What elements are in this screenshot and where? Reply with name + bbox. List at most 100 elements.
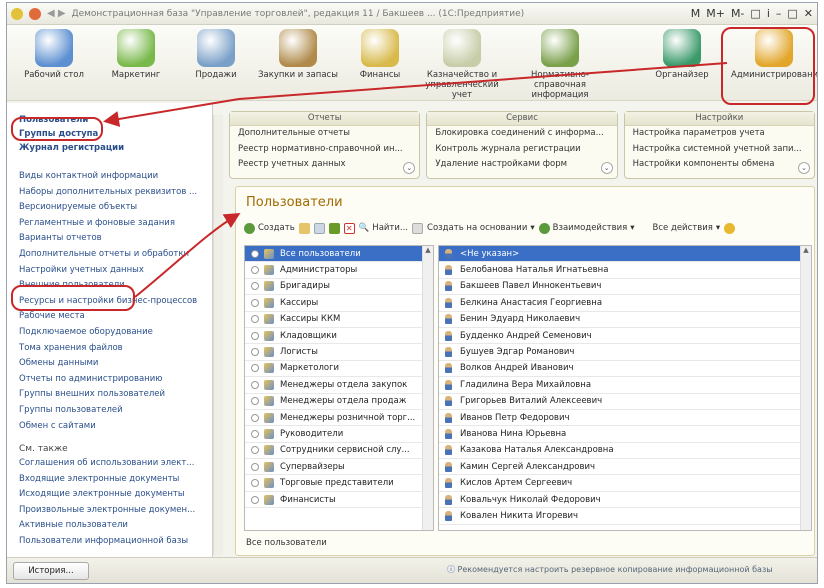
group-row[interactable]: Финансисты <box>245 492 433 509</box>
nav-item[interactable]: Журнал регистрации <box>19 141 212 155</box>
window-control-5[interactable]: – <box>776 7 782 20</box>
see-also-item[interactable]: Произвольные электронные докумен... <box>19 503 212 519</box>
user-row[interactable]: Григорьев Виталий Алексеевич <box>439 394 811 410</box>
user-row[interactable]: Камин Сергей Александрович <box>439 459 811 476</box>
group-row[interactable]: Бригадиры <box>245 279 433 296</box>
section-3[interactable]: Продажи <box>173 27 259 99</box>
backup-notice[interactable]: ⓘ Рекомендуется настроить резервное копи… <box>447 564 773 575</box>
all-actions-button[interactable]: Все действия ▾ <box>653 223 721 233</box>
section-8[interactable]: Органайзер <box>639 27 725 99</box>
see-also-item[interactable]: Активные пользователи <box>19 518 212 534</box>
help-icon[interactable] <box>724 222 736 234</box>
nav-item[interactable]: Настройки учетных данных <box>19 263 212 279</box>
nav-item[interactable]: Группы внешних пользователей <box>19 387 212 403</box>
nav-item[interactable]: Наборы дополнительных реквизитов ... <box>19 185 212 201</box>
group-row[interactable]: Маркетологи <box>245 361 433 378</box>
window-control-7[interactable]: ✕ <box>804 7 813 20</box>
panel-command[interactable]: Реестр нормативно-справочной ин... <box>230 142 419 158</box>
create-based-on-button[interactable]: Создать на основании ▾ <box>427 223 535 233</box>
user-row[interactable]: Бенин Эдуард Николаевич <box>439 312 811 328</box>
user-row[interactable]: Гладилина Вера Михайловна <box>439 377 811 394</box>
group-row[interactable]: Логисты <box>245 344 433 361</box>
window-control-1[interactable]: M+ <box>706 7 725 20</box>
user-row[interactable]: Ковален Никита Игоревич <box>439 508 811 525</box>
group-row[interactable]: Торговые представители <box>245 475 433 492</box>
group-row[interactable]: Супервайзеры <box>245 459 433 476</box>
section-6[interactable]: Казначейство и управленческий учет <box>419 27 505 100</box>
navigation-scrollbar[interactable] <box>213 115 223 555</box>
user-row[interactable]: Иванов Петр Федорович <box>439 410 811 427</box>
delete-icon[interactable]: ✕ <box>343 222 355 234</box>
interactions-button[interactable]: Взаимодействия ▾ <box>538 222 635 234</box>
window-control-0[interactable]: M <box>691 7 701 20</box>
nav-item[interactable]: Подключаемое оборудование <box>19 325 212 341</box>
panel-command[interactable]: Настройка параметров учета <box>625 126 814 142</box>
panel-command[interactable]: Настройка системной учетной запи... <box>625 142 814 158</box>
window-control-3[interactable]: □ <box>750 7 760 20</box>
see-also-item[interactable]: Исходящие электронные документы <box>19 487 212 503</box>
users-scrollbar[interactable]: ▲ <box>800 246 811 530</box>
group-row[interactable]: Кладовщики <box>245 328 433 345</box>
group-row[interactable]: Кассиры ККМ <box>245 312 433 328</box>
see-also-item[interactable]: Пользователи информационной базы <box>19 534 212 550</box>
nav-item[interactable]: Группы пользователей <box>19 403 212 419</box>
stop-icon[interactable] <box>29 7 41 20</box>
expand-icon[interactable]: ⌄ <box>797 162 810 174</box>
edit-icon[interactable] <box>328 222 340 234</box>
see-also-item[interactable]: Соглашения об использовании элект... <box>19 456 212 472</box>
panel-command[interactable]: Удаление настройками форм <box>427 157 616 173</box>
groups-scrollbar[interactable]: ▲ <box>422 246 433 530</box>
user-row[interactable]: Волков Андрей Иванович <box>439 361 811 378</box>
user-row[interactable]: Ковальчук Николай Федорович <box>439 492 811 509</box>
nav-item[interactable]: Дополнительные отчеты и обработки <box>19 247 212 263</box>
user-row[interactable]: Иванова Нина Юрьевна <box>439 426 811 443</box>
create-button[interactable]: Создать <box>244 222 295 234</box>
group-row[interactable]: Кассиры <box>245 295 433 312</box>
user-row[interactable]: Белобанова Наталья Игнатьевна <box>439 262 811 279</box>
group-row[interactable]: Сотрудники сервисной слу... <box>245 443 433 460</box>
window-control-2[interactable]: M- <box>731 7 744 20</box>
nav-item[interactable]: Виды контактной информации <box>19 169 212 185</box>
panel-command[interactable]: Блокировка соединений с информа... <box>427 126 616 142</box>
history-button[interactable]: История... <box>13 562 89 580</box>
user-row[interactable]: Белкина Анастасия Георгиевна <box>439 295 811 312</box>
panel-command[interactable]: Реестр учетных данных <box>230 157 419 173</box>
nav-item[interactable]: Регламентные и фоновые задания <box>19 216 212 232</box>
group-row[interactable]: Менеджеры отдела продаж <box>245 394 433 410</box>
section-5[interactable]: Финансы <box>337 27 423 99</box>
nav-item[interactable]: Варианты отчетов <box>19 231 212 247</box>
panel-command[interactable]: Контроль журнала регистрации <box>427 142 616 158</box>
app-logo-icon[interactable] <box>11 7 23 20</box>
section-7[interactable]: Нормативно-справочная информация <box>517 27 603 100</box>
group-row[interactable]: Руководители <box>245 426 433 443</box>
group-row[interactable]: Менеджеры отдела закупок <box>245 377 433 394</box>
user-row[interactable]: Кислов Артем Сергеевич <box>439 475 811 492</box>
window-control-4[interactable]: i <box>767 7 770 20</box>
user-row[interactable]: <Не указан> <box>439 246 811 263</box>
expand-icon[interactable]: ⌄ <box>600 162 613 174</box>
section-1[interactable]: Рабочий стол <box>11 27 97 99</box>
user-row[interactable]: Казакова Наталья Александровна <box>439 443 811 460</box>
user-row[interactable]: Будденко Андрей Семенович <box>439 328 811 345</box>
section-2[interactable]: Маркетинг <box>93 27 179 99</box>
panel-command[interactable]: Настройки компоненты обмена <box>625 157 814 173</box>
nav-item[interactable]: Отчеты по администрированию <box>19 372 212 388</box>
section-4[interactable]: Закупки и запасы <box>255 27 341 99</box>
nav-item[interactable]: Версионируемые объекты <box>19 200 212 216</box>
nav-item[interactable]: Рабочие места <box>19 309 212 325</box>
cancel-search-icon[interactable] <box>412 222 424 234</box>
nav-item[interactable]: Тома хранения файлов <box>19 341 212 357</box>
find-button[interactable]: 🔍 Найти... <box>359 223 408 233</box>
folder-icon[interactable] <box>298 222 310 234</box>
back-icon[interactable]: ◀ ▶ <box>47 8 66 19</box>
group-row[interactable]: Администраторы <box>245 262 433 279</box>
panel-command[interactable]: Дополнительные отчеты <box>230 126 419 142</box>
user-row[interactable]: Бушуев Эдгар Романович <box>439 344 811 361</box>
group-row[interactable]: Менеджеры розничной торг... <box>245 410 433 427</box>
nav-item[interactable]: Обмены данными <box>19 356 212 372</box>
copy-icon[interactable] <box>313 222 325 234</box>
see-also-item[interactable]: Входящие электронные документы <box>19 472 212 488</box>
user-row[interactable]: Бакшеев Павел Иннокентьевич <box>439 279 811 296</box>
nav-item[interactable]: Обмен с сайтами <box>19 419 212 435</box>
window-control-6[interactable]: □ <box>787 7 797 20</box>
